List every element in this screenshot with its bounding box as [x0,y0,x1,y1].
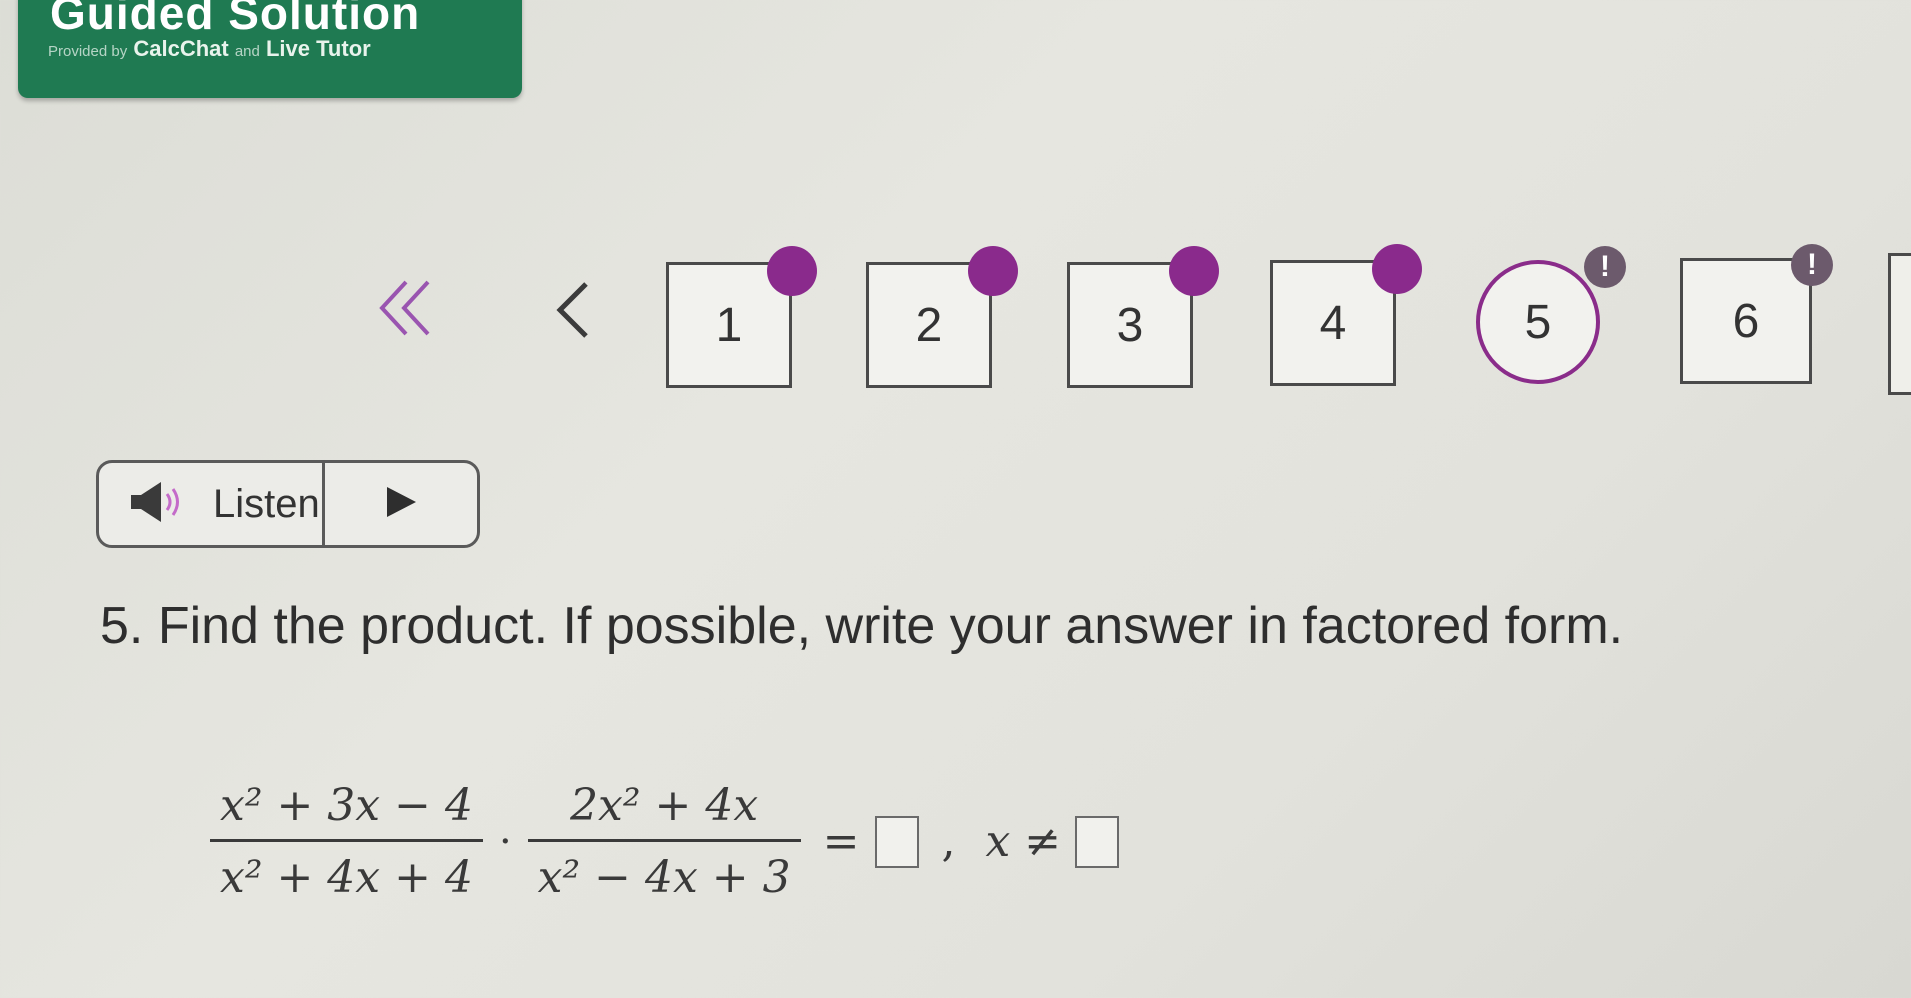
question-number: 5 [1524,295,1552,349]
double-chevron-left-icon [372,273,442,356]
answered-dot [968,246,1018,296]
question-7-button[interactable] [1888,253,1911,395]
banner-subtitle: Provided by CalcChat and Live Tutor [48,36,371,62]
restriction-label: x ≠ [985,816,1062,867]
chevron-left-icon [548,274,598,359]
fraction-2: 2x² + 4x x² − 4x + 3 [527,780,801,903]
answered-dot [1169,246,1219,296]
question-number: 2 [915,298,943,352]
alert-icon: ! [1791,244,1833,286]
speaker-icon [127,480,189,529]
listen-control: Listen [96,460,480,548]
fraction-bar [527,839,801,842]
multiply-dot: · [498,818,512,865]
question-number: 3 [1116,298,1144,352]
equals-sign: = [822,816,860,867]
fraction-2-numerator: 2x² + 4x [570,780,759,831]
calcchat-link[interactable]: CalcChat [133,36,228,61]
product-answer-input[interactable] [875,815,920,868]
fraction-bar [210,839,483,842]
fraction-1-numerator: x² + 3x − 4 [220,780,473,831]
listen-label: Listen [213,481,320,526]
alert-icon: ! [1584,246,1626,288]
question-6-button[interactable]: 6 [1680,258,1812,384]
first-question-button[interactable] [372,276,442,352]
excluded-value-input[interactable] [1075,815,1120,868]
answered-dot [767,246,817,296]
listen-button[interactable]: Listen [99,463,325,545]
question-number: 4 [1319,296,1347,350]
previous-question-button[interactable] [548,278,598,355]
fraction-1: x² + 3x − 4 x² + 4x + 4 [210,780,483,903]
fraction-1-denominator: x² + 4x + 4 [220,852,473,903]
banner-title: Guided Solution [50,0,421,39]
guided-solution-banner: Guided Solution Provided by CalcChat and… [18,0,522,98]
question-5-button[interactable]: 5 [1476,260,1600,384]
live-tutor-link[interactable]: Live Tutor [266,36,371,61]
play-button[interactable] [325,485,477,524]
answered-dot [1372,244,1422,294]
and-text: and [234,43,260,60]
question-number: 1 [715,298,743,352]
math-expression: x² + 3x − 4 x² + 4x + 4 · 2x² + 4x x² − … [210,780,1120,903]
comma: , [941,816,956,867]
question-text: 5. Find the product. If possible, write … [100,597,1624,655]
question-number: 6 [1732,294,1760,348]
provided-by-text: Provided by [48,43,128,60]
play-icon [384,485,418,524]
fraction-2-denominator: x² − 4x + 3 [537,852,791,903]
